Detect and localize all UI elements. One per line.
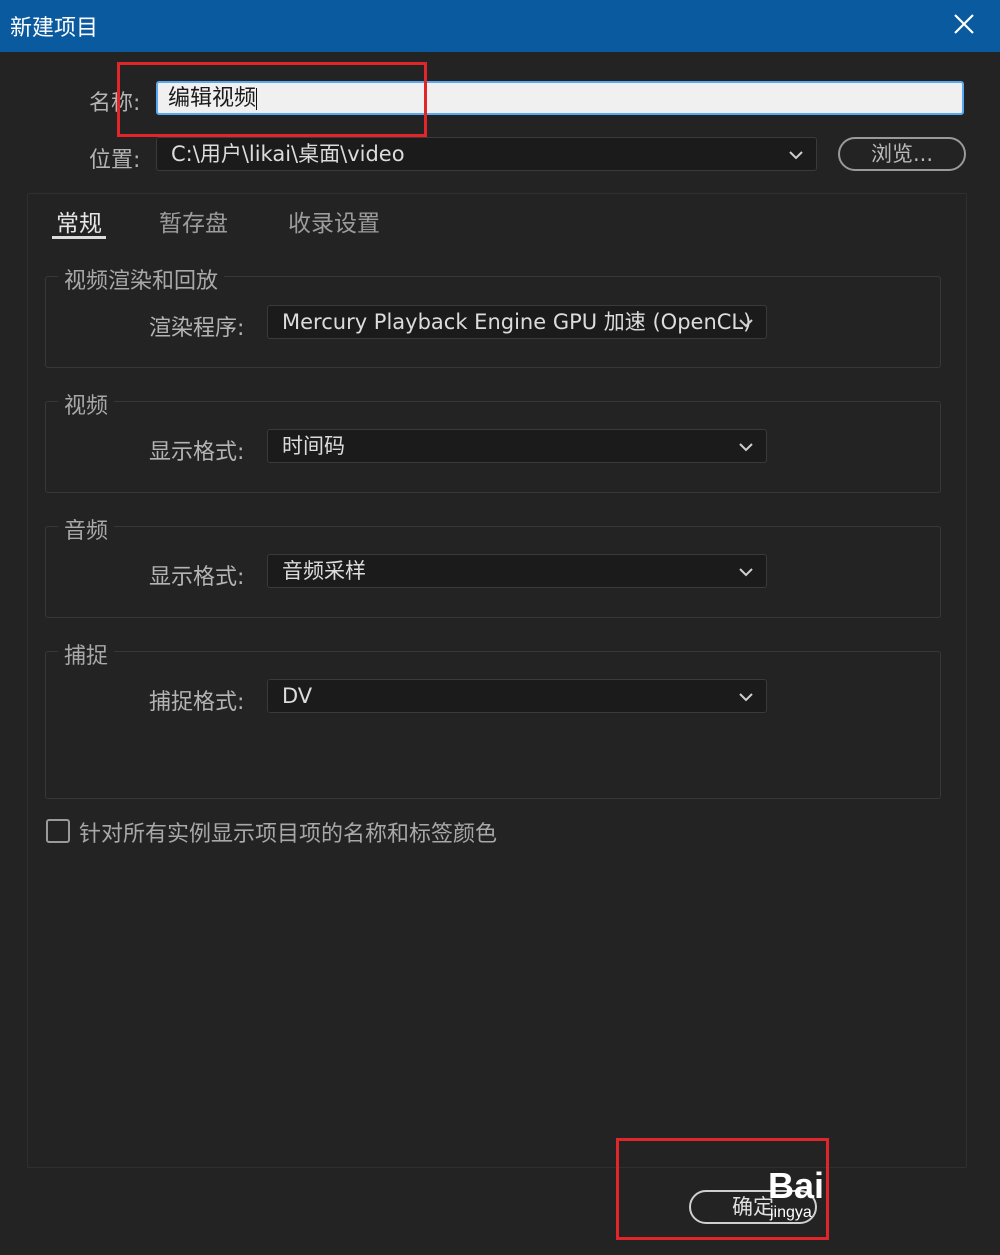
capture-group-title: 捕捉 [58,638,115,670]
show-label-colors-checkbox[interactable] [46,819,70,843]
location-value: C:\用户\likai\桌面\video [171,142,405,166]
capture-format-value: DV [282,684,313,708]
render-group-title: 视频渲染和回放 [58,263,225,295]
location-select[interactable]: C:\用户\likai\桌面\video [156,137,817,171]
chevron-down-icon [739,443,753,452]
show-label-colors-label[interactable]: 针对所有实例显示项目项的名称和标签颜色 [79,816,497,848]
highlight-box-name [117,62,427,137]
title-bar: 新建项目 [0,0,1000,52]
chevron-down-icon [789,151,803,160]
active-tab-indicator [52,236,106,239]
tab-scratch-disks[interactable]: 暂存盘 [159,204,228,238]
video-group-title: 视频 [58,388,115,420]
chevron-down-icon [739,568,753,577]
window-title: 新建项目 [10,16,99,41]
chevron-down-icon [739,693,753,702]
chevron-down-icon [739,319,753,328]
highlight-box-ok [616,1138,829,1240]
audio-group-title: 音频 [58,513,115,545]
video-display-format-select[interactable]: 时间码 [267,429,767,463]
audio-display-format-label: 显示格式: [149,565,245,590]
capture-format-label: 捕捉格式: [149,690,245,715]
tab-general[interactable]: 常规 [56,204,102,238]
audio-display-format-select[interactable]: 音频采样 [267,554,767,588]
renderer-select[interactable]: Mercury Playback Engine GPU 加速 (OpenCL) [267,305,767,339]
audio-display-format-value: 音频采样 [282,559,366,583]
browse-button[interactable]: 浏览... [838,137,966,171]
capture-format-select[interactable]: DV [267,679,767,713]
location-label: 位置: [89,148,141,173]
video-display-format-value: 时间码 [282,434,345,458]
renderer-label: 渲染程序: [149,316,245,341]
capture-group [45,651,941,799]
video-display-format-label: 显示格式: [149,440,245,465]
renderer-value: Mercury Playback Engine GPU 加速 (OpenCL) [282,310,752,334]
close-icon[interactable] [952,12,976,36]
tab-ingest-settings[interactable]: 收录设置 [288,204,380,238]
